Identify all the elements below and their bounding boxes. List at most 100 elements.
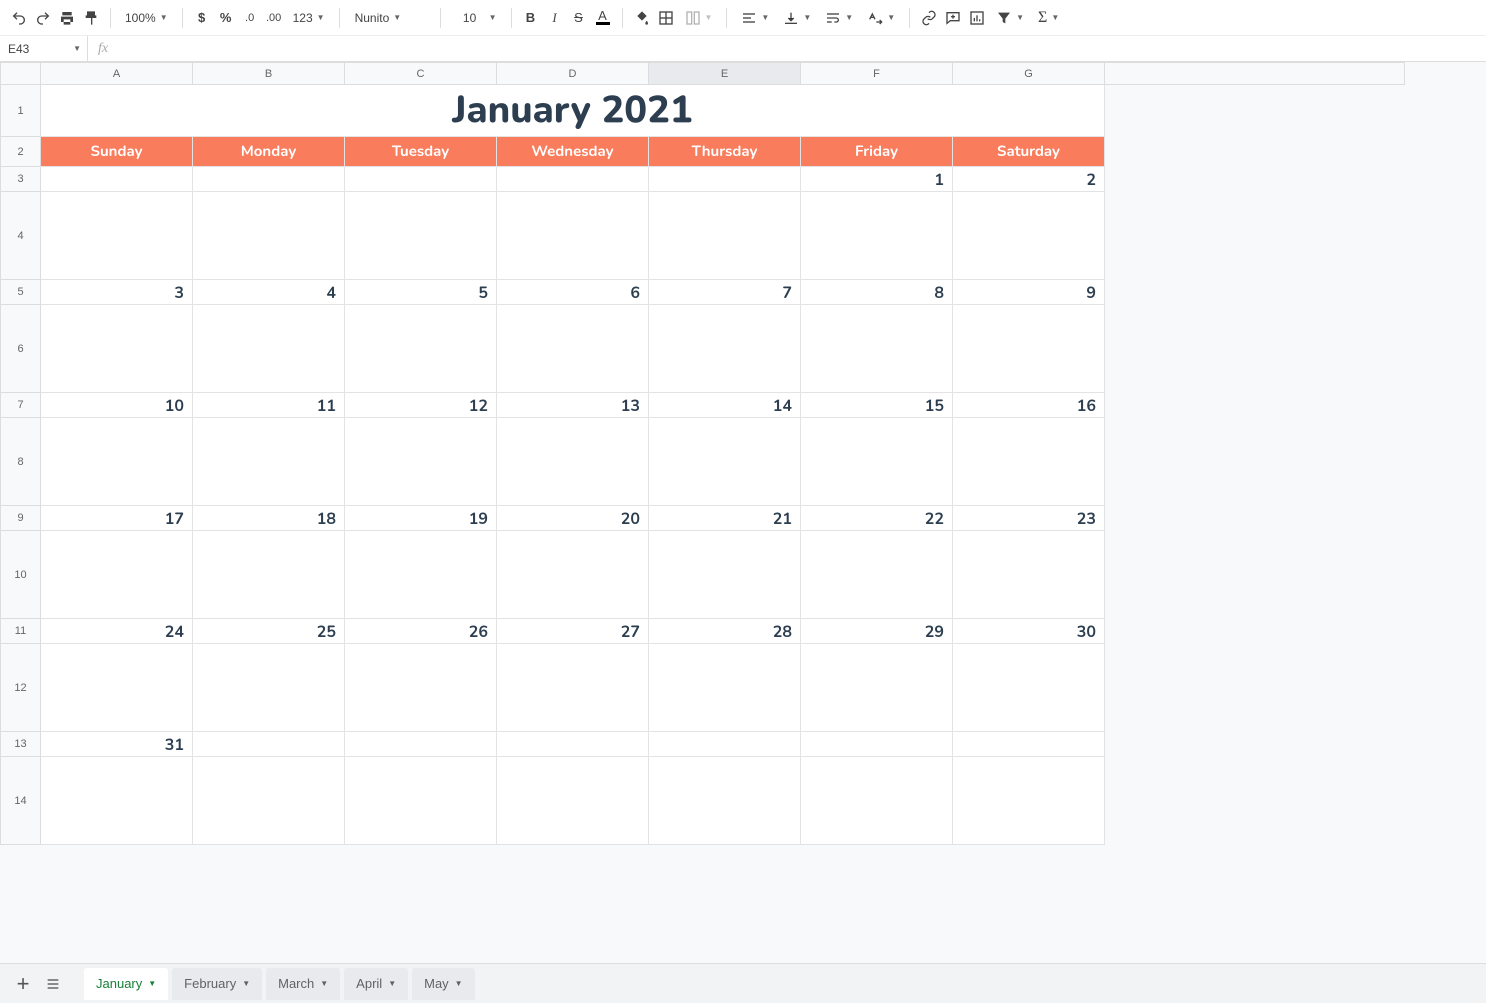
- date-cell[interactable]: 24: [41, 619, 193, 644]
- name-box[interactable]: E43 ▼: [0, 36, 88, 62]
- row-header[interactable]: 14: [1, 757, 41, 845]
- body-cell[interactable]: [497, 418, 649, 506]
- functions-dropdown[interactable]: Σ▼: [1032, 6, 1065, 30]
- insert-comment-button[interactable]: [942, 6, 964, 30]
- date-cell[interactable]: [41, 167, 193, 192]
- percent-button[interactable]: %: [215, 6, 237, 30]
- column-header[interactable]: D: [497, 63, 649, 85]
- date-cell[interactable]: 27: [497, 619, 649, 644]
- body-cell[interactable]: [649, 192, 801, 280]
- all-sheets-button[interactable]: [40, 971, 66, 997]
- date-cell[interactable]: 5: [345, 280, 497, 305]
- date-cell[interactable]: 18: [193, 506, 345, 531]
- vertical-align-dropdown[interactable]: ▼: [777, 6, 817, 30]
- date-cell[interactable]: 12: [345, 393, 497, 418]
- body-cell[interactable]: [41, 305, 193, 393]
- fill-color-button[interactable]: [631, 6, 653, 30]
- row-header[interactable]: 10: [1, 531, 41, 619]
- text-color-button[interactable]: A: [592, 6, 614, 30]
- row-header[interactable]: 11: [1, 619, 41, 644]
- body-cell[interactable]: [193, 192, 345, 280]
- text-wrap-dropdown[interactable]: ▼: [819, 6, 859, 30]
- date-cell[interactable]: 11: [193, 393, 345, 418]
- date-cell[interactable]: 2: [953, 167, 1105, 192]
- body-cell[interactable]: [41, 757, 193, 845]
- date-cell[interactable]: 21: [649, 506, 801, 531]
- date-cell[interactable]: [649, 167, 801, 192]
- row-header[interactable]: 5: [1, 280, 41, 305]
- currency-button[interactable]: $: [191, 6, 213, 30]
- body-cell[interactable]: [497, 644, 649, 732]
- zoom-dropdown[interactable]: 100%▼: [119, 6, 174, 30]
- body-cell[interactable]: [801, 757, 953, 845]
- sheet-tab-january[interactable]: January▼: [84, 968, 168, 1000]
- date-cell[interactable]: [193, 167, 345, 192]
- column-header[interactable]: B: [193, 63, 345, 85]
- font-dropdown[interactable]: Nunito▼: [348, 6, 432, 30]
- body-cell[interactable]: [497, 531, 649, 619]
- column-header[interactable]: G: [953, 63, 1105, 85]
- print-button[interactable]: [56, 6, 78, 30]
- date-cell[interactable]: [801, 732, 953, 757]
- body-cell[interactable]: [193, 757, 345, 845]
- font-size-dropdown[interactable]: 10▼: [449, 6, 503, 30]
- dow-cell[interactable]: Thursday: [649, 137, 801, 167]
- body-cell[interactable]: [193, 644, 345, 732]
- date-cell[interactable]: [649, 732, 801, 757]
- date-cell[interactable]: 9: [953, 280, 1105, 305]
- row-header[interactable]: 7: [1, 393, 41, 418]
- dow-cell[interactable]: Friday: [801, 137, 953, 167]
- select-all-corner[interactable]: [1, 63, 41, 85]
- date-cell[interactable]: 29: [801, 619, 953, 644]
- body-cell[interactable]: [649, 757, 801, 845]
- row-header[interactable]: 12: [1, 644, 41, 732]
- column-header[interactable]: F: [801, 63, 953, 85]
- body-cell[interactable]: [41, 531, 193, 619]
- calendar-title[interactable]: January 2021: [41, 85, 1105, 137]
- number-format-dropdown[interactable]: 123▼: [287, 6, 331, 30]
- body-cell[interactable]: [953, 644, 1105, 732]
- body-cell[interactable]: [345, 757, 497, 845]
- body-cell[interactable]: [801, 192, 953, 280]
- body-cell[interactable]: [193, 531, 345, 619]
- text-rotation-dropdown[interactable]: ▼: [861, 6, 901, 30]
- date-cell[interactable]: 6: [497, 280, 649, 305]
- body-cell[interactable]: [801, 531, 953, 619]
- sheet-scroll[interactable]: A B C D E F G 1 January 2021 2 Sunday Mo…: [0, 62, 1486, 963]
- increase-decimal-button[interactable]: .00: [263, 6, 285, 30]
- row-header[interactable]: 8: [1, 418, 41, 506]
- redo-button[interactable]: [32, 6, 54, 30]
- filter-dropdown[interactable]: ▼: [990, 6, 1030, 30]
- body-cell[interactable]: [41, 644, 193, 732]
- body-cell[interactable]: [801, 644, 953, 732]
- body-cell[interactable]: [345, 531, 497, 619]
- date-cell[interactable]: 28: [649, 619, 801, 644]
- dow-cell[interactable]: Tuesday: [345, 137, 497, 167]
- column-header[interactable]: A: [41, 63, 193, 85]
- decrease-decimal-button[interactable]: .0: [239, 6, 261, 30]
- row-header[interactable]: 13: [1, 732, 41, 757]
- row-header[interactable]: 1: [1, 85, 41, 137]
- body-cell[interactable]: [345, 418, 497, 506]
- date-cell[interactable]: 16: [953, 393, 1105, 418]
- body-cell[interactable]: [345, 192, 497, 280]
- borders-button[interactable]: [655, 6, 677, 30]
- body-cell[interactable]: [953, 305, 1105, 393]
- row-header[interactable]: 4: [1, 192, 41, 280]
- date-cell[interactable]: 13: [497, 393, 649, 418]
- sheet-tab-april[interactable]: April▼: [344, 968, 408, 1000]
- paint-format-button[interactable]: [80, 6, 102, 30]
- body-cell[interactable]: [193, 305, 345, 393]
- date-cell[interactable]: 17: [41, 506, 193, 531]
- insert-link-button[interactable]: [918, 6, 940, 30]
- date-cell[interactable]: [497, 732, 649, 757]
- dow-cell[interactable]: Wednesday: [497, 137, 649, 167]
- column-header[interactable]: E: [649, 63, 801, 85]
- body-cell[interactable]: [953, 757, 1105, 845]
- date-cell[interactable]: 25: [193, 619, 345, 644]
- body-cell[interactable]: [649, 418, 801, 506]
- body-cell[interactable]: [497, 757, 649, 845]
- body-cell[interactable]: [801, 418, 953, 506]
- row-header[interactable]: 3: [1, 167, 41, 192]
- date-cell[interactable]: [953, 732, 1105, 757]
